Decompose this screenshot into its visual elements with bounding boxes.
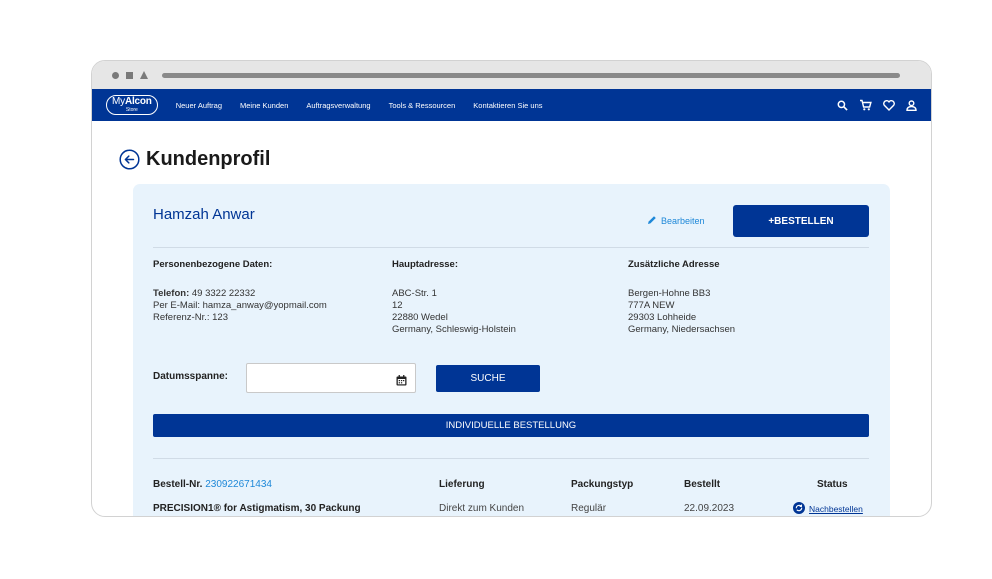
order-number-label: Bestell-Nr.	[153, 479, 203, 490]
extra-address-column: Zusätzliche Adresse Bergen-Hohne BB3 777…	[628, 259, 735, 336]
email-line: Per E-Mail: hamza_anway@yopmail.com	[153, 300, 327, 311]
reorder-icon	[793, 502, 805, 516]
nav-tools-resources[interactable]: Tools & Ressourcen	[389, 101, 456, 110]
heart-icon[interactable]	[883, 99, 895, 111]
order-button[interactable]: +BESTELLEN	[733, 205, 869, 237]
main-address-heading: Hauptadresse:	[392, 259, 458, 270]
calendar-icon[interactable]	[396, 373, 407, 391]
reorder-label: Nachbestellen	[809, 504, 863, 514]
date-range-input[interactable]	[246, 363, 416, 393]
order-number-link[interactable]: 230922671434	[205, 479, 272, 490]
logo-sub: Store	[125, 107, 138, 113]
browser-chrome	[92, 61, 931, 89]
nav-contact-us[interactable]: Kontaktieren Sie uns	[473, 101, 542, 110]
myalcon-logo[interactable]: MyAlcon Store	[106, 95, 158, 115]
logo-brand: Alcon	[124, 96, 152, 107]
extra-address-line: Germany, Niedersachsen	[628, 324, 736, 335]
main-address-line: ABC-Str. 1	[392, 288, 437, 299]
window-triangle-icon	[140, 71, 148, 79]
ordered-date-header: Bestellt	[684, 479, 721, 490]
search-button[interactable]: SUCHE	[436, 365, 540, 392]
phone-value: 49 3322 22332	[191, 288, 256, 299]
phone-label: Telefon:	[153, 288, 190, 299]
reorder-link[interactable]: Nachbestellen	[793, 502, 863, 516]
extra-address-line: 777A NEW	[628, 300, 675, 311]
reference-line: Referenz-Nr.: 123	[153, 312, 228, 323]
personal-data-heading: Personenbezogene Daten:	[153, 259, 273, 270]
extra-address-line: 29303 Lohheide	[628, 312, 697, 323]
table-cell-delivery: Direkt zum Kunden	[439, 503, 525, 514]
edit-link[interactable]: Bearbeiten	[647, 215, 705, 227]
cart-icon[interactable]	[859, 99, 872, 111]
status-header: Status	[817, 479, 848, 490]
personal-data-column: Personenbezogene Daten: Telefon: 49 3322…	[153, 259, 327, 324]
search-icon[interactable]	[837, 100, 848, 111]
card-divider	[153, 247, 869, 248]
main-address-line: 12	[392, 300, 403, 311]
customer-card: Hamzah Anwar Bearbeiten +BESTELLEN Perso…	[133, 184, 890, 516]
user-icon[interactable]	[906, 99, 917, 111]
address-bar[interactable]	[162, 72, 900, 78]
window-square-icon	[126, 71, 133, 79]
window-dot-icon	[112, 71, 119, 79]
page-title: Kundenprofil	[146, 148, 271, 170]
order-number-header: Bestell-Nr. 230922671434	[153, 479, 272, 490]
back-arrow-icon[interactable]	[119, 149, 140, 170]
edit-label: Bearbeiten	[661, 216, 705, 226]
nav-my-customers[interactable]: Meine Kunden	[240, 101, 288, 110]
table-cell-ordered: 22.09.2023	[684, 503, 735, 514]
package-type-header: Packungstyp	[571, 479, 634, 490]
nav-new-order[interactable]: Neuer Auftrag	[176, 101, 222, 110]
table-cell-package: Regulär	[571, 503, 607, 514]
main-address-column: Hauptadresse: ABC-Str. 1 12 22880 Wedel …	[392, 259, 516, 336]
pencil-icon	[647, 215, 657, 227]
browser-window: MyAlcon Store Neuer Auftrag Meine Kunden…	[91, 60, 932, 517]
customer-name: Hamzah Anwar	[153, 206, 255, 223]
main-address-line: 22880 Wedel	[392, 312, 448, 323]
table-divider	[153, 458, 869, 459]
individual-order-button[interactable]: INDIVIDUELLE BESTELLUNG	[153, 414, 869, 437]
date-range-label: Datumsspanne:	[153, 371, 229, 382]
table-cell-product: PRECISION1® for Astigmatism, 30 Packung	[153, 503, 361, 514]
logo-prefix: My	[112, 96, 125, 107]
extra-address-line: Bergen-Hohne BB3	[628, 288, 711, 299]
extra-address-heading: Zusätzliche Adresse	[628, 259, 720, 270]
delivery-header: Lieferung	[439, 479, 485, 490]
main-address-line: Germany, Schleswig-Holstein	[392, 324, 516, 335]
nav-order-management[interactable]: Auftragsverwaltung	[306, 101, 370, 110]
top-navigation: MyAlcon Store Neuer Auftrag Meine Kunden…	[92, 89, 931, 121]
